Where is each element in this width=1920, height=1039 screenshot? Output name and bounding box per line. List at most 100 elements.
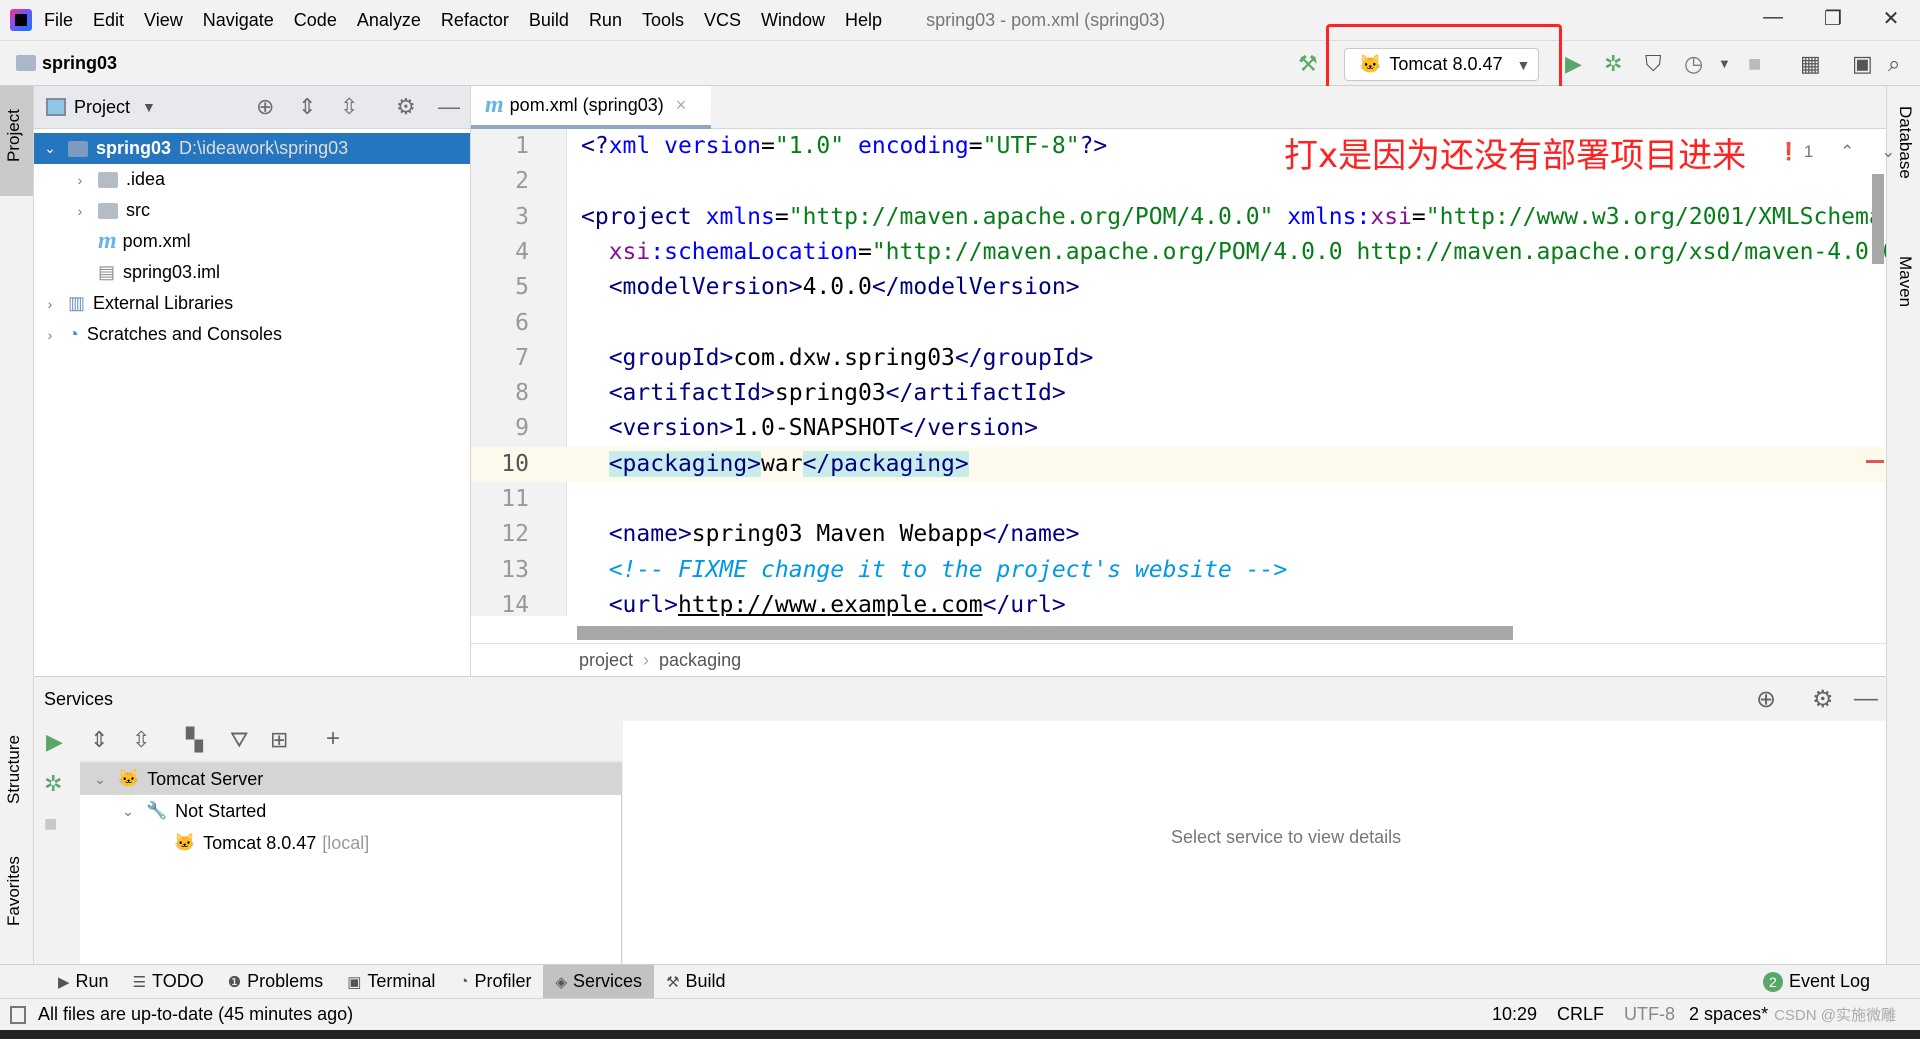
menu-item-analyze[interactable]: Analyze <box>357 10 421 31</box>
tree-item[interactable]: › .idea <box>34 164 470 195</box>
service-tree-item[interactable]: 🐱 Tomcat 8.0.47 [local] <box>80 827 621 859</box>
chevron-down-icon[interactable]: ⌄ <box>120 803 136 820</box>
add-service-icon[interactable]: + <box>326 725 340 753</box>
tab-structure[interactable]: Structure <box>4 735 24 804</box>
close-tab-icon[interactable]: × <box>676 95 687 116</box>
tree-item[interactable]: › src <box>34 195 470 226</box>
stop-icon[interactable]: ■ <box>1748 52 1761 76</box>
chevron-down-icon[interactable]: ⌄ <box>42 140 58 157</box>
gear-icon[interactable]: ⚙ <box>1812 685 1834 714</box>
indent-setting[interactable]: 2 spaces* <box>1689 1004 1768 1025</box>
close-window-button[interactable]: ✕ <box>1876 6 1906 31</box>
menu-item-window[interactable]: Window <box>761 10 825 31</box>
tool-window-problems[interactable]: ❶ Problems <box>216 965 335 999</box>
menu-item-vcs[interactable]: VCS <box>704 10 741 31</box>
tab-favorites[interactable]: Favorites <box>4 856 24 926</box>
build-hammer-icon[interactable]: ⚒ <box>1298 52 1318 76</box>
gear-icon[interactable]: ⚙ <box>396 94 416 120</box>
locate-icon[interactable]: ⊕ <box>256 94 274 120</box>
expand-all-icon[interactable]: ⇕ <box>90 727 108 753</box>
tab-pom-xml[interactable]: m pom.xml (spring03) × <box>471 86 711 129</box>
code-line[interactable]: 13 <!-- FIXME change it to the project's… <box>471 553 1886 588</box>
minimize-button[interactable]: — <box>1758 6 1788 29</box>
tool-window-run[interactable]: ▶ Run <box>46 965 121 999</box>
code-line[interactable]: 14 <url>http://www.example.com</url> <box>471 588 1886 616</box>
chevron-right-icon[interactable]: › <box>72 203 88 219</box>
code-line[interactable]: 4 xsi:schemaLocation="http://maven.apach… <box>471 235 1886 270</box>
restore-button[interactable]: ❐ <box>1818 6 1848 31</box>
collapse-all-icon[interactable]: ⇳ <box>132 727 150 753</box>
breadcrumb-packaging[interactable]: packaging <box>659 650 741 671</box>
menu-item-edit[interactable]: Edit <box>93 10 124 31</box>
menu-item-file[interactable]: File <box>44 10 73 31</box>
debug-icon[interactable]: ✲ <box>1604 52 1622 76</box>
vertical-scrollbar[interactable] <box>1872 174 1884 264</box>
hide-icon[interactable]: — <box>1854 685 1878 713</box>
code-line[interactable]: 3 <project xmlns="http://maven.apache.org… <box>471 200 1886 235</box>
tree-item[interactable]: m pom.xml <box>34 226 470 257</box>
code-line[interactable]: 7 <groupId>com.dxw.spring03</groupId> <box>471 341 1886 376</box>
debug-icon[interactable]: ✲ <box>44 771 62 797</box>
tree-item[interactable]: › ◔ Scratches and Consoles <box>34 319 470 350</box>
chevron-down-icon[interactable]: ⌄ <box>92 771 108 788</box>
menu-item-refactor[interactable]: Refactor <box>441 10 509 31</box>
service-tree-item[interactable]: ⌄ 🐱 Tomcat Server <box>80 763 621 795</box>
menu-item-view[interactable]: View <box>144 10 183 31</box>
code-line[interactable]: 12 <name>spring03 Maven Webapp</name> <box>471 517 1886 552</box>
code-line[interactable]: 8 <artifactId>spring03</artifactId> <box>471 376 1886 411</box>
run-icon[interactable]: ▶ <box>1565 52 1582 76</box>
collapse-all-icon[interactable]: ⇳ <box>340 94 358 120</box>
nav-project-name[interactable]: spring03 <box>42 53 117 74</box>
search-icon[interactable]: ⌕ <box>1888 52 1900 76</box>
stop-icon[interactable]: ■ <box>44 811 57 837</box>
inspection-widget[interactable]: ❗ 1 ⌃ ⌄ <box>1778 142 1895 162</box>
code-area[interactable]: 1 <?xml version="1.0" encoding="UTF-8"?> 2… <box>471 129 1886 616</box>
menu-item-build[interactable]: Build <box>529 10 569 31</box>
menu-item-tools[interactable]: Tools <box>642 10 684 31</box>
chevron-down-icon[interactable]: ▼ <box>1718 52 1731 76</box>
coverage-icon[interactable]: ⛉ <box>1645 52 1662 76</box>
previous-highlight-icon[interactable]: ⌃ <box>1840 142 1854 161</box>
next-highlight-icon[interactable]: ⌄ <box>1881 142 1895 161</box>
event-log-button[interactable]: 2 Event Log <box>1751 965 1882 999</box>
tool-window-profiler[interactable]: ◔ Profiler <box>447 965 543 999</box>
breadcrumb-project[interactable]: project <box>579 650 633 671</box>
tree-item[interactable]: › ▥ External Libraries <box>34 288 470 319</box>
file-encoding[interactable]: UTF-8 <box>1624 1004 1675 1025</box>
tree-item[interactable]: ⌄ spring03 D:\ideawork\spring03 <box>34 133 470 164</box>
service-tree-item[interactable]: ⌄ 🔧 Not Started <box>80 795 621 827</box>
tab-database[interactable]: Database <box>1895 106 1915 179</box>
tool-window-services[interactable]: ◈ Services <box>543 964 655 999</box>
tree-item[interactable]: ▤ spring03.iml <box>34 257 470 288</box>
terminal-icon[interactable]: ▣ <box>1852 52 1873 76</box>
horizontal-scrollbar[interactable] <box>577 626 1513 640</box>
locate-icon[interactable]: ⊕ <box>1756 685 1776 714</box>
error-stripe-mark[interactable] <box>1866 460 1884 463</box>
project-view-select[interactable]: Project <box>74 97 130 118</box>
chevron-right-icon[interactable]: › <box>72 172 88 188</box>
code-line[interactable]: 6 <box>471 306 1886 341</box>
tab-project[interactable]: Project <box>4 109 24 162</box>
code-line[interactable]: 5 <modelVersion>4.0.0</modelVersion> <box>471 270 1886 305</box>
menu-item-help[interactable]: Help <box>845 10 882 31</box>
tab-maven[interactable]: Maven <box>1895 256 1915 307</box>
menu-item-code[interactable]: Code <box>294 10 337 31</box>
menu-item-run[interactable]: Run <box>589 10 622 31</box>
chevron-right-icon[interactable]: › <box>42 296 58 312</box>
code-line[interactable]: 11 <box>471 482 1886 517</box>
menu-item-navigate[interactable]: Navigate <box>203 10 274 31</box>
line-separator[interactable]: CRLF <box>1557 1004 1604 1025</box>
code-line[interactable]: 9 <version>1.0-SNAPSHOT</version> <box>471 411 1886 446</box>
run-icon[interactable]: ▶ <box>46 729 63 755</box>
status-toggle-icon[interactable] <box>10 1005 26 1024</box>
tool-window-build[interactable]: ⚒ Build <box>654 965 737 999</box>
profile-icon[interactable]: ◷ <box>1684 52 1703 76</box>
hide-icon[interactable]: — <box>438 94 460 120</box>
group-by-icon[interactable]: ▚ <box>186 727 203 753</box>
tool-window-terminal[interactable]: ▣ Terminal <box>335 965 447 999</box>
code-line[interactable]: 10 <packaging>war</packaging> <box>471 446 1886 482</box>
chevron-right-icon[interactable]: › <box>42 327 58 343</box>
new-tab-icon[interactable]: ⊞ <box>270 727 288 753</box>
filter-icon[interactable]: ⛛ <box>230 727 248 753</box>
chevron-down-icon[interactable]: ▼ <box>142 99 156 115</box>
